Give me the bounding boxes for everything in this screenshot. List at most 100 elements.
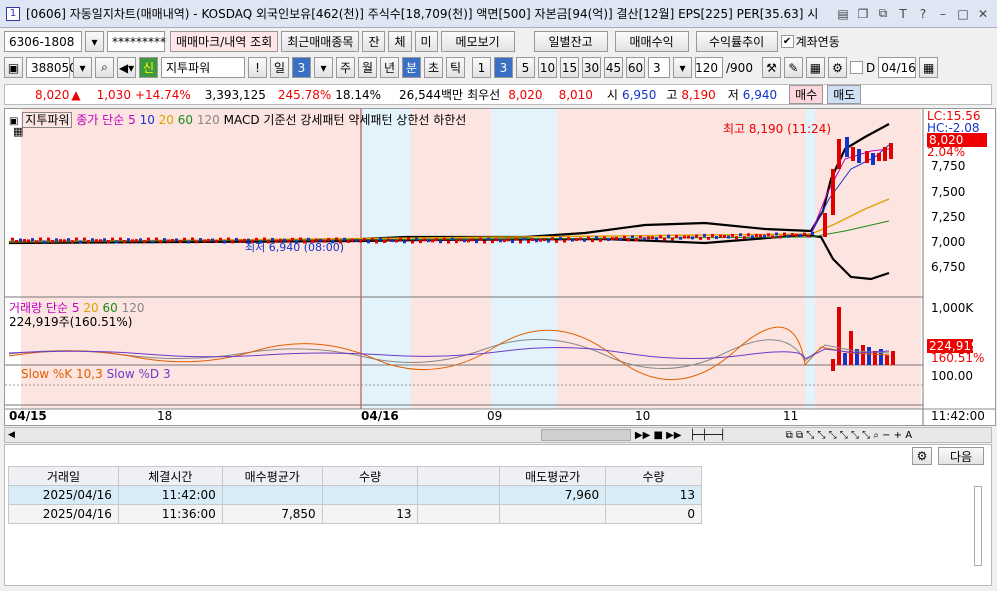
recent-trades-button[interactable]: 최근매매종목 — [281, 31, 360, 52]
candle — [415, 237, 418, 241]
period-year-button[interactable]: 년 — [380, 57, 399, 78]
scroll-thumb[interactable] — [540, 429, 631, 441]
link-icon[interactable]: ⧉ — [875, 6, 891, 22]
sell-button[interactable]: 매도 — [827, 85, 862, 104]
interval-10-button[interactable]: 10 — [538, 57, 557, 78]
candle — [619, 237, 622, 241]
grid-icon[interactable]: ▤ — [835, 6, 851, 22]
table-icon[interactable]: ▦ — [13, 125, 23, 138]
low-annotation: 최저 6,940 (08:00) — [245, 241, 345, 254]
interval-15-button[interactable]: 15 — [560, 57, 579, 78]
chevron-down-icon[interactable]: ▾ — [73, 57, 92, 78]
table-row[interactable]: 2025/04/16 11:36:00 7,850 13 0 — [8, 504, 702, 524]
count-input[interactable]: 120 — [695, 57, 723, 78]
chevron-down-icon[interactable]: ▾ — [85, 31, 104, 52]
candle — [647, 236, 650, 240]
title-bar: 1 [0606] 자동일지차트(매매내역) - KOSDAQ 외국인보유[462… — [0, 0, 997, 28]
window-controls: ▤ ❐ ⧉ T ? – □ ✕ — [835, 6, 991, 22]
candle — [59, 239, 62, 243]
search-icon[interactable]: ⌕ — [95, 57, 114, 78]
candle — [195, 240, 198, 244]
tools-icon[interactable]: ⚒ — [761, 57, 781, 78]
candle — [831, 169, 835, 215]
checkbox-icon[interactable]: ✔ — [780, 35, 794, 48]
candle — [231, 240, 234, 244]
period-month-button[interactable]: 월 — [358, 57, 377, 78]
candle — [623, 235, 626, 239]
candle — [235, 237, 238, 241]
buy-button[interactable]: 매수 — [789, 85, 824, 104]
window-icon[interactable]: ▣ — [4, 57, 23, 78]
candle — [99, 239, 102, 243]
date-input[interactable]: 04/16 — [878, 57, 917, 78]
help-icon[interactable]: ? — [915, 6, 931, 22]
candle — [43, 240, 46, 244]
candle — [39, 237, 42, 241]
alert-button[interactable]: ! — [248, 57, 267, 78]
interval-3-button[interactable]: 3 — [494, 57, 513, 78]
candle — [407, 237, 410, 241]
period-tick-button[interactable]: 틱 — [446, 57, 465, 78]
stock-name-field[interactable]: 지투파워 — [161, 57, 245, 78]
trade-profit-button[interactable]: 매매수익 — [614, 31, 689, 52]
chevron-down-icon[interactable]: ▾ — [314, 57, 333, 78]
candle — [351, 238, 354, 242]
window-title: [0606] 자동일지차트(매매내역) - KOSDAQ 외국인보유[462(천… — [26, 7, 819, 21]
chevron-down-icon[interactable]: ▾ — [673, 57, 692, 78]
mi-button[interactable]: 미 — [414, 31, 438, 52]
legend-stock-name[interactable]: 지투파워 — [22, 112, 73, 128]
minimize-icon[interactable]: – — [935, 6, 951, 22]
save-icon[interactable]: ▦ — [805, 57, 825, 78]
chart-tools-icons[interactable]: ⧉ ⧉ ⤡ ⤡ ⤡ ⤡ ⤡ ⤡ ⌕ − + A — [786, 430, 912, 441]
period-day-button[interactable]: 일 — [270, 57, 289, 78]
period-second-button[interactable]: 초 — [424, 57, 443, 78]
scroll-left-icon[interactable]: ◀ — [8, 430, 15, 440]
zoom-slider[interactable]: ├─┼──┤ — [690, 430, 726, 441]
interval-5-button[interactable]: 5 — [516, 57, 535, 78]
code-input[interactable]: 388050 — [26, 57, 77, 78]
gear-icon[interactable]: ⚙ — [827, 57, 847, 78]
chart-scrollbar[interactable]: ◀ ▶▶ ■ ▶▶ ├─┼──┤ ⧉ ⧉ ⤡ ⤡ ⤡ ⤡ ⤡ ⤡ ⌕ − + A — [4, 427, 992, 443]
memo-button[interactable]: 메모보기 — [440, 31, 515, 52]
candle — [71, 240, 74, 244]
maximize-icon[interactable]: □ — [955, 6, 971, 22]
gear-icon[interactable]: ⚙ — [912, 447, 932, 465]
change-rate: +14.74% — [134, 87, 191, 102]
che-button[interactable]: 체 — [388, 31, 412, 52]
calendar-icon[interactable]: ▦ — [919, 57, 939, 78]
day-count-field[interactable]: 3 — [292, 57, 311, 78]
interval-1-button[interactable]: 1 — [472, 57, 491, 78]
account-select[interactable]: 6306-1808 — [4, 31, 82, 52]
credit-badge: 신 — [139, 57, 158, 78]
password-field[interactable]: ********* — [107, 31, 166, 52]
play-icons[interactable]: ▶▶ ■ ▶▶ — [635, 430, 682, 441]
d-checkbox[interactable] — [849, 61, 863, 74]
legend-ma10: 10 — [139, 113, 155, 127]
interval-60-button[interactable]: 60 — [626, 57, 645, 78]
profit-trend-button[interactable]: 수익률추이 — [695, 31, 778, 52]
jan-button[interactable]: 잔 — [362, 31, 386, 52]
next-button[interactable]: 다음 — [938, 447, 984, 465]
speaker-icon[interactable]: ◀▾ — [117, 57, 136, 78]
interval-45-button[interactable]: 45 — [604, 57, 623, 78]
account-link-toggle[interactable]: ✔ 계좌연동 — [780, 33, 840, 50]
candle — [203, 239, 206, 243]
copy-icon[interactable]: ❐ — [855, 6, 871, 22]
interval-30-button[interactable]: 30 — [582, 57, 601, 78]
period-minute-button[interactable]: 분 — [402, 57, 421, 78]
candle — [739, 233, 742, 237]
daily-balance-button[interactable]: 일별잔고 — [533, 31, 608, 52]
chart-area[interactable]: ▣ 지투파워 종가 단순 5 10 20 60 120 MACD 기준선 강세패… — [4, 108, 996, 426]
period-week-button[interactable]: 주 — [336, 57, 355, 78]
high-annotation: 최고 8,190 (11:24) — [723, 122, 832, 136]
table-row[interactable]: 2025/04/16 11:42:00 7,960 13 — [8, 485, 702, 505]
draw-icon[interactable]: ✎ — [783, 57, 803, 78]
table-scrollbar[interactable] — [974, 486, 982, 566]
candle — [115, 240, 118, 244]
close-icon[interactable]: ✕ — [975, 6, 991, 22]
markers-button[interactable]: 매매마크/내역 조회 — [170, 31, 279, 52]
candle — [371, 237, 374, 241]
interval-select[interactable]: 3 — [648, 57, 670, 78]
font-icon[interactable]: T — [895, 6, 911, 22]
candle — [211, 238, 214, 242]
